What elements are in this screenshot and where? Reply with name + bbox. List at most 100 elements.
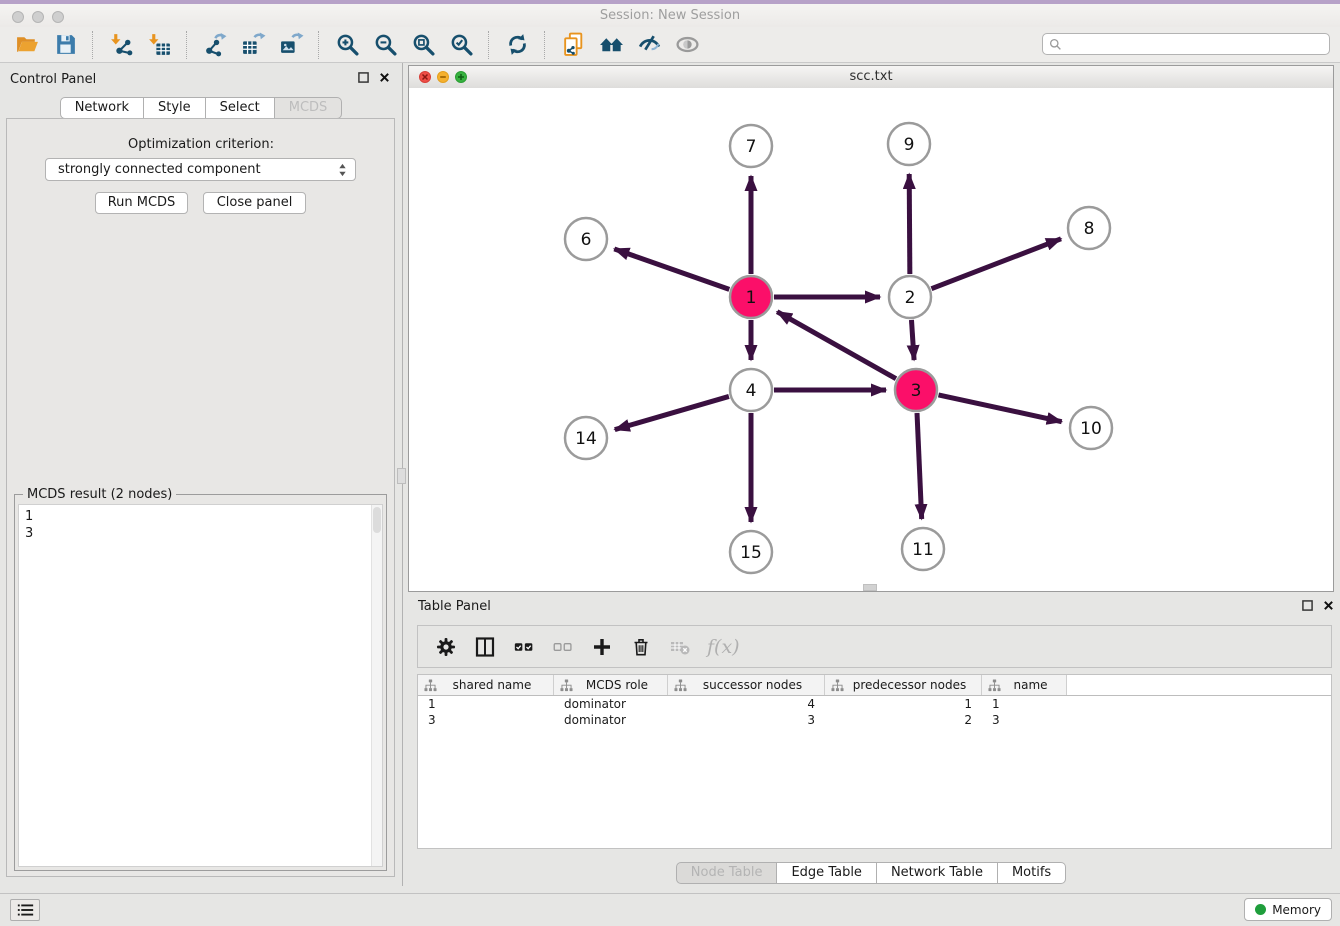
svg-text:2: 2	[905, 288, 916, 308]
svg-text:9: 9	[904, 135, 915, 155]
search-field[interactable]	[1042, 33, 1330, 55]
graph-node-1[interactable]: 1	[730, 276, 772, 318]
column-header-predecessor-nodes[interactable]: predecessor nodes	[825, 675, 982, 695]
graph-node-10[interactable]: 10	[1070, 407, 1112, 449]
table-cell[interactable]: dominator	[554, 713, 668, 727]
network-canvas[interactable]: 1 2 3 4 6 7 8 9 10 11 14 15	[409, 88, 1333, 591]
zoom-fit-icon[interactable]	[408, 30, 438, 60]
table-cell[interactable]: 1	[825, 697, 982, 711]
graph-node-8[interactable]: 8	[1068, 207, 1110, 249]
table-row[interactable]: 1dominator411	[418, 696, 1331, 712]
zoom-out-icon[interactable]	[370, 30, 400, 60]
close-panel-icon[interactable]	[379, 72, 390, 83]
network-graph[interactable]: 1 2 3 4 6 7 8 9 10 11 14 15	[409, 88, 1333, 591]
application-window: Session: New Session Control Panel	[0, 0, 1340, 926]
delete-row-icon[interactable]	[629, 635, 653, 659]
graph-edge-1-6[interactable]	[614, 249, 729, 289]
table-tab-node-table[interactable]: Node Table	[676, 862, 778, 884]
open-session-icon[interactable]	[12, 30, 42, 60]
graph-node-15[interactable]: 15	[730, 531, 772, 573]
export-image-icon[interactable]	[276, 30, 306, 60]
table-tab-edge-table[interactable]: Edge Table	[777, 862, 876, 884]
table-cell[interactable]: 1	[982, 697, 1067, 711]
node-table[interactable]: shared nameMCDS rolesuccessor nodesprede…	[417, 674, 1332, 849]
table-cell[interactable]: 3	[668, 713, 825, 727]
show-columns-icon[interactable]	[473, 635, 497, 659]
svg-text:6: 6	[581, 230, 592, 250]
column-header-name[interactable]: name	[982, 675, 1067, 695]
save-session-icon[interactable]	[50, 30, 80, 60]
graphics-details-icon[interactable]	[634, 30, 664, 60]
birds-eye-view-icon[interactable]	[672, 30, 702, 60]
graph-node-7[interactable]: 7	[730, 125, 772, 167]
column-header-MCDS-role[interactable]: MCDS role	[554, 675, 668, 695]
table-toolbar: f(x)	[417, 625, 1332, 668]
network-window-titlebar[interactable]: scc.txt	[409, 66, 1333, 89]
graph-node-14[interactable]: 14	[565, 417, 607, 459]
memory-status-dot	[1255, 904, 1266, 915]
table-cell[interactable]: 3	[982, 713, 1067, 727]
tab-mcds[interactable]: MCDS	[275, 97, 343, 119]
graph-edge-2-9[interactable]	[909, 174, 910, 274]
table-row[interactable]: 3dominator323	[418, 712, 1331, 728]
close-panel-button[interactable]: Close panel	[203, 192, 306, 214]
panel-divider-grip[interactable]	[397, 468, 406, 484]
export-table-icon[interactable]	[238, 30, 268, 60]
zoom-selected-icon[interactable]	[446, 30, 476, 60]
network-resize-grip[interactable]	[863, 584, 877, 591]
copy-network-view-icon[interactable]	[558, 30, 588, 60]
tab-select[interactable]: Select	[206, 97, 275, 119]
graph-node-9[interactable]: 9	[888, 123, 930, 165]
table-cell[interactable]: 2	[825, 713, 982, 727]
mcds-result-area[interactable]: 13	[18, 504, 383, 867]
home-icon[interactable]	[596, 30, 626, 60]
table-tabs: Node TableEdge TableNetwork TableMotifs	[408, 862, 1334, 884]
close-table-panel-icon[interactable]	[1323, 600, 1334, 611]
graph-edge-4-14[interactable]	[615, 396, 729, 429]
table-tab-network-table[interactable]: Network Table	[877, 862, 998, 884]
column-header-successor-nodes[interactable]: successor nodes	[668, 675, 825, 695]
result-scrollbar[interactable]	[371, 505, 382, 866]
table-panel-window-icons	[1302, 600, 1334, 611]
graph-edge-3-11[interactable]	[917, 413, 922, 519]
mcds-result-lines: 13	[19, 505, 382, 542]
select-all-columns-icon[interactable]	[512, 635, 536, 659]
delete-table-icon[interactable]	[668, 635, 692, 659]
table-panel: Table Panel f(x) shared nameMCDS rolesuc…	[408, 596, 1334, 886]
float-table-panel-icon[interactable]	[1302, 600, 1313, 611]
graph-node-6[interactable]: 6	[565, 218, 607, 260]
graph-edge-2-8[interactable]	[931, 239, 1061, 289]
function-builder-icon[interactable]: f(x)	[707, 635, 740, 659]
run-mcds-button[interactable]: Run MCDS	[95, 192, 188, 214]
table-cell[interactable]: dominator	[554, 697, 668, 711]
table-tab-motifs[interactable]: Motifs	[998, 862, 1066, 884]
graph-edge-3-1[interactable]	[777, 312, 896, 379]
graph-node-2[interactable]: 2	[889, 276, 931, 318]
import-table-icon[interactable]	[144, 30, 174, 60]
table-cell[interactable]: 3	[418, 713, 554, 727]
export-network-icon[interactable]	[200, 30, 230, 60]
search-input[interactable]	[1062, 34, 1329, 54]
tab-style[interactable]: Style	[144, 97, 206, 119]
table-options-icon[interactable]	[434, 635, 458, 659]
table-panel-title: Table Panel	[418, 599, 491, 614]
toolbar-separator	[544, 31, 546, 59]
add-row-icon[interactable]	[590, 635, 614, 659]
apply-layout-icon[interactable]	[502, 30, 532, 60]
criterion-dropdown[interactable]: strongly connected component	[45, 158, 356, 181]
graph-node-3[interactable]: 3	[895, 369, 937, 411]
unselect-all-columns-icon[interactable]	[551, 635, 575, 659]
import-network-icon[interactable]	[106, 30, 136, 60]
float-panel-icon[interactable]	[358, 72, 369, 83]
column-header-shared-name[interactable]: shared name	[418, 675, 554, 695]
graph-edge-3-10[interactable]	[938, 395, 1061, 422]
table-cell[interactable]: 4	[668, 697, 825, 711]
graph-node-11[interactable]: 11	[902, 528, 944, 570]
task-history-button[interactable]	[10, 899, 40, 921]
tab-network[interactable]: Network	[60, 97, 144, 119]
graph-node-4[interactable]: 4	[730, 369, 772, 411]
table-cell[interactable]: 1	[418, 697, 554, 711]
memory-button[interactable]: Memory	[1244, 898, 1332, 921]
graph-edge-2-3[interactable]	[911, 320, 914, 360]
zoom-in-icon[interactable]	[332, 30, 362, 60]
